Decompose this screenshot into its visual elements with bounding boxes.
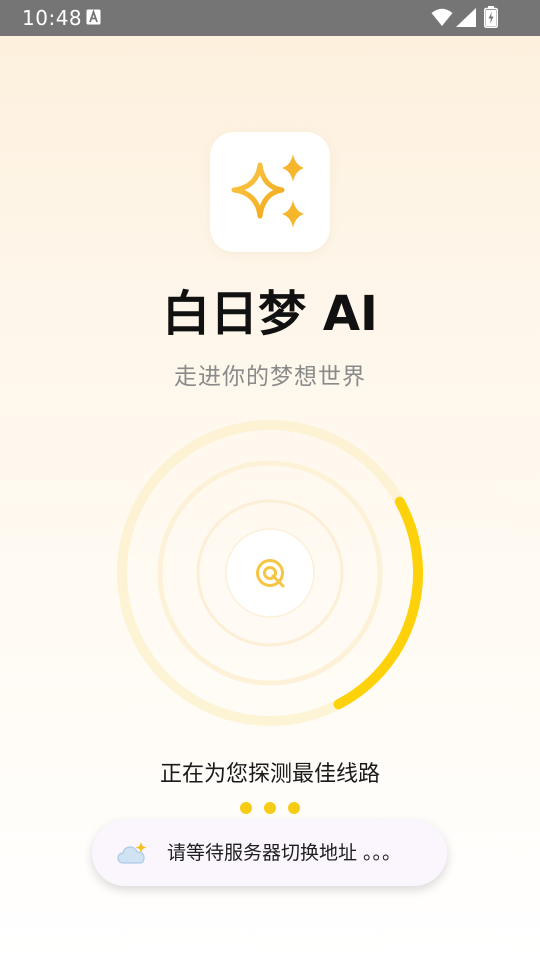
loading-dot: [240, 802, 252, 814]
app-logo: [210, 132, 330, 252]
server-switch-toast: 请等待服务器切换地址 。。。: [92, 820, 447, 886]
sparkles-icon: [231, 154, 304, 228]
battery-charging-icon: [484, 6, 498, 29]
loading-dot: [264, 802, 276, 814]
loading-dots: [236, 800, 306, 816]
app-subtitle: 走进你的梦想世界: [174, 364, 366, 390]
toast-text: 请等待服务器切换地址 。。。: [167, 842, 402, 864]
signal-icon: [456, 8, 476, 27]
app-title: 白日梦 AI: [162, 286, 378, 342]
center-disc: [225, 528, 315, 618]
route-detection-loader: [110, 414, 430, 734]
cloud-sun-icon: [116, 838, 152, 868]
wifi-icon: [431, 8, 453, 27]
loading-dot: [288, 802, 300, 814]
status-message: 正在为您探测最佳线路: [159, 762, 380, 787]
status-time: 10:48: [22, 6, 83, 30]
a-notification-icon: [86, 9, 101, 25]
status-bar: 10:48: [0, 0, 540, 36]
